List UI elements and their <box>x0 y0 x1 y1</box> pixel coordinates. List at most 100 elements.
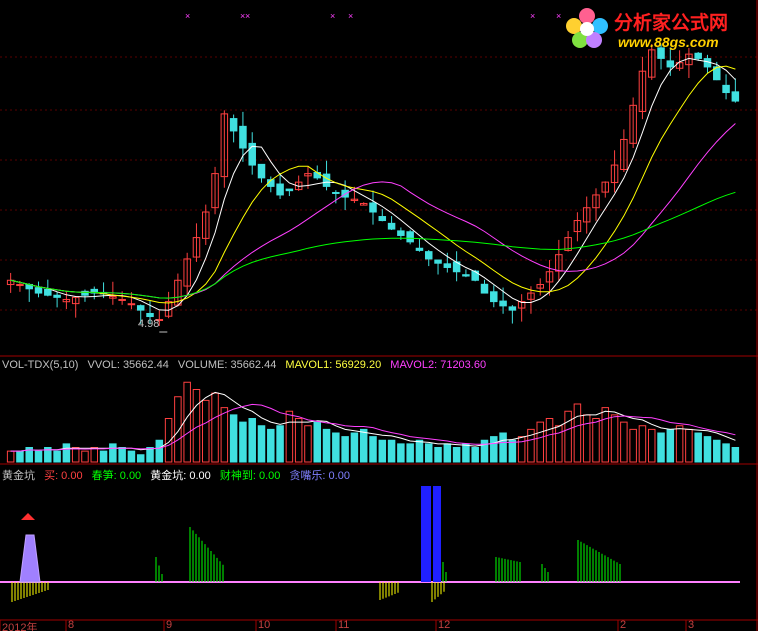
top-marker: × <box>185 11 190 21</box>
volume-bar-down <box>322 428 331 463</box>
site-logo: 分析家公式网 www.88gs.com <box>560 4 756 56</box>
volume-bar-down <box>276 425 284 463</box>
volume-bar-down <box>499 432 507 463</box>
caishen-value: 财神到: 0.00 <box>219 470 281 482</box>
month-label: 11 <box>338 619 350 631</box>
volume-bar-up <box>304 425 312 463</box>
volume-bar-up <box>71 447 80 463</box>
buy-label: 买 <box>44 470 56 482</box>
candle-down <box>406 231 414 243</box>
top-marker: × <box>348 11 353 21</box>
volume-bar-down <box>62 443 71 463</box>
volume-bar-down <box>415 439 424 463</box>
candle-down <box>257 163 266 179</box>
volume-bar-up <box>610 414 619 463</box>
candle-down <box>369 202 377 213</box>
logo-title: 分析家公式网 <box>614 13 729 34</box>
candle-down <box>387 222 396 230</box>
volume-bar-down <box>332 432 340 463</box>
volume-bar-down <box>443 443 452 463</box>
volume-bar-down <box>155 439 164 463</box>
month-label: 10 <box>258 619 271 631</box>
indicator-name: 黄金坑 <box>2 470 35 482</box>
ma5-line <box>10 57 736 311</box>
volume-indicator-info: VOL-TDX(5,10) VVOL: 35662.44 VOLUME: 356… <box>2 359 492 371</box>
volume-bar-up <box>183 381 191 463</box>
volume-bar-up <box>685 428 693 463</box>
volume-bar-up <box>220 407 229 463</box>
candle-down <box>285 188 294 192</box>
gold-buy-bar <box>421 486 431 582</box>
candle-down <box>731 91 740 102</box>
candle-down <box>434 259 442 264</box>
chunsun-value: 春笋: 0.00 <box>91 470 142 482</box>
volume-bar-down <box>257 425 266 463</box>
volume-bar-down <box>53 450 61 463</box>
volume-bar-up <box>592 418 600 463</box>
volume-bar-down <box>703 436 712 463</box>
vvol-value: VVOL: 35662.44 <box>87 359 169 371</box>
volume-bar-up <box>202 399 210 463</box>
candle-down <box>462 274 470 277</box>
volume-bar-up <box>675 425 684 463</box>
tanzui-value: 贪嘴乐: 0.00 <box>289 470 350 482</box>
volume-bar-up <box>601 407 610 463</box>
volume-bar-down <box>369 436 377 463</box>
top-marker: × <box>245 11 250 21</box>
volume-bar-down <box>722 443 730 463</box>
volume-bar-down <box>146 447 154 463</box>
volume-bar-up <box>6 450 15 463</box>
volume-bar-down <box>313 421 322 463</box>
volume-bar-down <box>471 447 479 463</box>
volume-bar-up <box>294 418 303 463</box>
candle-down <box>415 247 424 251</box>
candle-down <box>332 191 340 194</box>
candle-down <box>666 60 675 68</box>
volume-bar-down <box>267 428 275 463</box>
volume-bar-up <box>545 418 554 463</box>
volume-bar-down <box>239 421 247 463</box>
mavol1-value: MAVOL1: 56929.20 <box>285 359 382 371</box>
buy-signal-bar <box>19 534 41 583</box>
huangjinkeng-value: 黄金坑: 0.00 <box>150 470 211 482</box>
volume-bar-up <box>536 421 544 463</box>
volume-bar-up <box>555 425 563 463</box>
candle-down <box>471 270 479 281</box>
volume-bar-down <box>694 432 702 463</box>
volume-bar-up <box>81 450 89 463</box>
volume-bar-down <box>480 439 489 463</box>
volume-bar-down <box>359 428 368 463</box>
volume-bar-down <box>99 450 108 463</box>
candle-down <box>722 84 730 94</box>
candle-down <box>313 171 322 179</box>
volume-bar-down <box>109 443 117 463</box>
candle-down <box>480 283 489 294</box>
candle-down <box>34 287 43 294</box>
candle-down <box>53 294 61 298</box>
candle-up <box>16 284 24 287</box>
candle-down <box>424 251 433 260</box>
top-marker: × <box>330 11 335 21</box>
volume-bar-down <box>127 450 136 463</box>
volume-bar-down <box>424 443 433 463</box>
volume-bar-down <box>136 454 145 463</box>
volume-bar-up <box>573 403 582 463</box>
mavol2-value: MAVOL2: 71203.60 <box>390 359 487 371</box>
buy-value: : 0.00 <box>55 470 83 482</box>
volume-bar-down <box>378 439 387 463</box>
volume-bar-up <box>582 414 591 463</box>
candle-down <box>276 183 284 196</box>
candle-down <box>239 125 247 149</box>
volume-bar-down <box>16 450 24 463</box>
candle-down <box>490 291 498 303</box>
volume-bar-up <box>90 447 99 463</box>
volume-bar-down <box>406 443 414 463</box>
candle-down <box>499 300 507 307</box>
vol-indicator-name: VOL-TDX(5,10) <box>2 359 79 371</box>
volume-bar-down <box>350 432 359 463</box>
month-label: 8 <box>68 619 75 631</box>
candle-down <box>322 173 331 187</box>
month-label: 12 <box>438 619 451 631</box>
volume-bar-up <box>174 396 182 463</box>
top-marker: × <box>530 11 535 21</box>
